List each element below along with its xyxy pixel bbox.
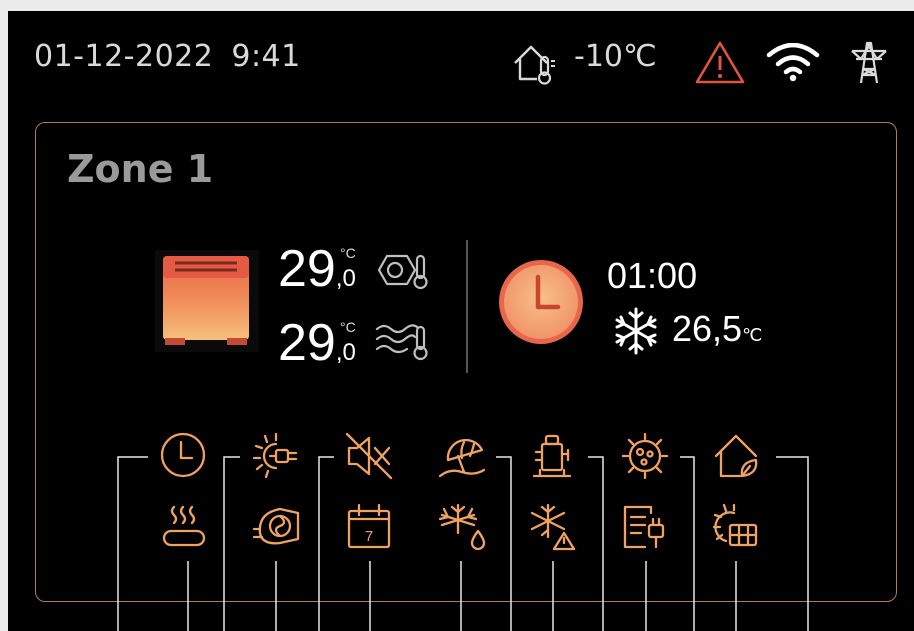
- calendar-day: 7: [365, 528, 373, 545]
- flow-sensor-thermometer-icon: [377, 254, 428, 290]
- divider: [466, 240, 468, 373]
- wifi-icon[interactable]: [765, 43, 821, 83]
- water-temperature: 29,0 °C: [278, 243, 356, 295]
- thermostat-screen: 01-12-2022 9:41 -10℃ Zone 1 29,0 °C 29,0…: [8, 11, 914, 631]
- water-temperature-unit: °C: [340, 245, 356, 261]
- zone-title: Zone 1: [67, 147, 214, 191]
- power-tower-icon: [851, 41, 887, 84]
- warning-icon[interactable]: [694, 39, 746, 85]
- room-temperature-integer: 29: [278, 314, 336, 372]
- room-temperature-unit: °C: [340, 319, 356, 335]
- room-temperature: 29,0 °C: [278, 317, 356, 369]
- room-temperature-decimal: ,0: [335, 339, 356, 366]
- heater-icon: [155, 250, 259, 352]
- date-text: 01-12-2022: [34, 39, 214, 74]
- water-temperature-integer: 29: [278, 240, 336, 298]
- schedule-clock-icon[interactable]: [496, 257, 586, 347]
- schedule-time: 01:00: [607, 255, 698, 296]
- house-thermometer-icon: [514, 45, 555, 85]
- water-temperature-decimal: ,0: [335, 265, 356, 292]
- cooling-setpoint-unit: ℃: [742, 325, 763, 345]
- status-bar: 01-12-2022 9:41 -10℃: [8, 11, 914, 101]
- cooling-setpoint: 26,5℃: [672, 308, 762, 350]
- snowflake-icon: [615, 307, 657, 355]
- time-text: 9:41: [231, 39, 301, 74]
- outdoor-temperature: -10℃: [574, 39, 657, 74]
- air-thermometer-icon: [375, 324, 428, 361]
- date-time: 01-12-2022 9:41: [34, 39, 301, 74]
- cooling-setpoint-value: 26,5: [672, 308, 743, 349]
- zone-panel[interactable]: Zone 1 29,0 °C 29,0 °C 01:00 26,5℃: [35, 122, 897, 602]
